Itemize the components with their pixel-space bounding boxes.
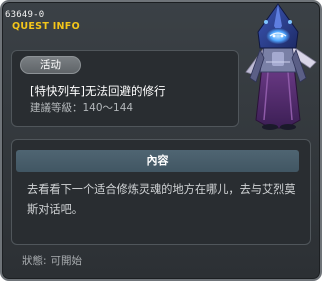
quest-id: 63649-0 [5,10,45,20]
status-value: 可開始 [50,255,83,267]
quest-description: 去看看下一个适合修炼灵魂的地方在哪儿，去与艾烈莫斯对话吧。 [27,183,296,216]
quest-name: [特快列车]无法回避的修行 [30,84,166,98]
content-heading: 內容 [16,150,299,172]
hooded-mage-character-icon [245,3,317,130]
status-label: 狀態: [22,255,47,267]
quest-status: 狀態: 可開始 [22,255,82,268]
level-requirement: 建議等級：140～144 [30,102,134,114]
quest-category-badge: 活动 [20,56,81,74]
window-title: QUEST INFO [12,21,80,32]
